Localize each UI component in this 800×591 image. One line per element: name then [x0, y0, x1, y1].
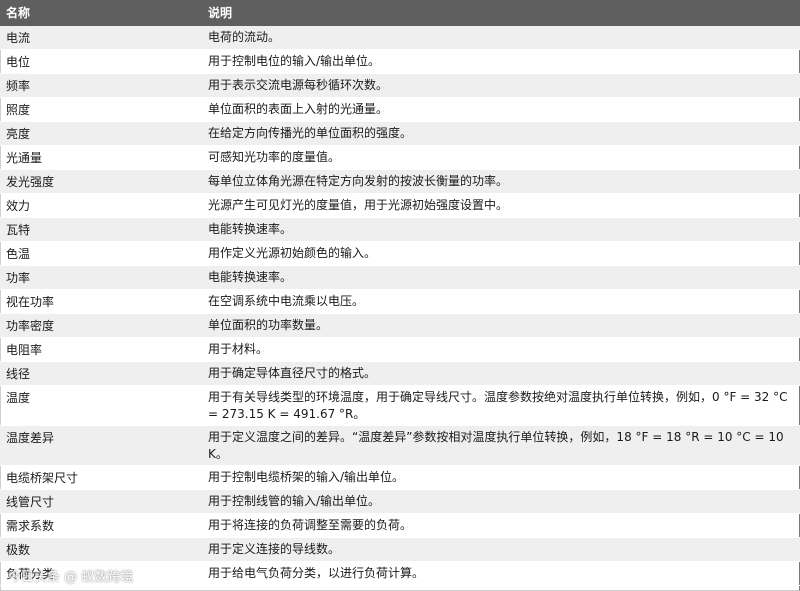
row-name: 照度 — [6, 103, 31, 117]
row-description: 光源产生可见灯光的度量值，用于光源初始强度设置中。 — [208, 198, 509, 212]
row-description: 用于定义温度之间的差异。“温度差异”参数按相对温度执行单位转换，例如，18 °F… — [208, 430, 784, 461]
row-name: 线管尺寸 — [6, 495, 55, 509]
row-name: 需求系数 — [6, 519, 55, 533]
row-name: 电阻率 — [6, 343, 43, 357]
row-description: 在空调系统中电流乘以电压。 — [208, 294, 365, 308]
row-name: 功率 — [6, 271, 31, 285]
row-description: 可感知光功率的度量值。 — [208, 150, 341, 164]
table-row: 照度 单位面积的表面上入射的光通量。 — [0, 98, 800, 122]
row-name: 瓦特 — [6, 223, 31, 237]
row-name: 电位 — [6, 55, 31, 69]
table-body: 电流 电荷的流动。电位 用于控制电位的输入/输出单位。频率 用于表示交流电源每秒循环次… — [0, 26, 800, 586]
row-name: 色温 — [6, 247, 31, 261]
table-row: 功率密度 单位面积的功率数量。 — [0, 314, 800, 338]
table-row: 发光强度 每单位立体角光源在特定方向发射的按波长衡量的功率。 — [0, 170, 800, 194]
row-description: 用于有关导线类型的环境温度，用于确定导线尺寸。温度参数按绝对温度执行单位转换，例… — [208, 390, 788, 421]
table-row: 电位 用于控制电位的输入/输出单位。 — [0, 50, 800, 74]
row-name: 温度差异 — [6, 431, 55, 445]
row-name: 电缆桥架尺寸 — [6, 471, 79, 485]
row-name: 频率 — [6, 79, 31, 93]
row-description: 单位面积的功率数量。 — [208, 318, 329, 332]
row-description: 用于给电气负荷分类，以进行负荷计算。 — [208, 566, 425, 580]
row-description: 电能转换速率。 — [208, 222, 293, 236]
row-description: 每单位立体角光源在特定方向发射的按波长衡量的功率。 — [208, 174, 509, 188]
column-header-name: 名称 — [6, 6, 31, 20]
row-name: 温度 — [6, 391, 31, 405]
table-row: 效力 光源产生可见灯光的度量值，用于光源初始强度设置中。 — [0, 194, 800, 218]
table-row: 频率 用于表示交流电源每秒循环次数。 — [0, 74, 800, 98]
row-name: 线径 — [6, 367, 31, 381]
table-row: 温度差异 用于定义温度之间的差异。“温度差异”参数按相对温度执行单位转换，例如，1… — [0, 426, 800, 466]
row-description: 在给定方向传播光的单位面积的强度。 — [208, 126, 413, 140]
table-header: 名称 说明 — [0, 0, 800, 26]
table-row: 亮度 在给定方向传播光的单位面积的强度。 — [0, 122, 800, 146]
row-name: 亮度 — [6, 127, 31, 141]
table-row: 线管尺寸 用于控制线管的输入/输出单位。 — [0, 490, 800, 514]
table-row: 功率 电能转换速率。 — [0, 266, 800, 290]
table-row: 线径 用于确定导体直径尺寸的格式。 — [0, 362, 800, 386]
row-description: 用于控制电位的输入/输出单位。 — [208, 54, 381, 68]
table-row: 温度 用于有关导线类型的环境温度，用于确定导线尺寸。温度参数按绝对温度执行单位转换… — [0, 386, 800, 426]
table-row: 电阻率 用于材料。 — [0, 338, 800, 362]
row-description: 用于表示交流电源每秒循环次数。 — [208, 78, 389, 92]
row-description: 用于控制线管的输入/输出单位。 — [208, 494, 381, 508]
table-row: 需求系数 用于将连接的负荷调整至需要的负荷。 — [0, 514, 800, 538]
table-row: 电缆桥架尺寸 用于控制电缆桥架的输入/输出单位。 — [0, 466, 800, 490]
row-description: 用于材料。 — [208, 342, 269, 356]
table-row: 色温 用作定义光源初始颜色的输入。 — [0, 242, 800, 266]
row-name: 效力 — [6, 199, 31, 213]
row-name: 负荷分类 — [6, 567, 55, 581]
table-row: 瓦特 电能转换速率。 — [0, 218, 800, 242]
table-row: 光通量 可感知光功率的度量值。 — [0, 146, 800, 170]
row-description: 用于将连接的负荷调整至需要的负荷。 — [208, 518, 413, 532]
row-name: 功率密度 — [6, 319, 55, 333]
row-description: 用于控制电缆桥架的输入/输出单位。 — [208, 470, 405, 484]
row-description: 电荷的流动。 — [208, 30, 281, 44]
table-row: 视在功率 在空调系统中电流乘以电压。 — [0, 290, 800, 314]
row-name: 视在功率 — [6, 295, 55, 309]
table-row: 负荷分类 用于给电气负荷分类，以进行负荷计算。 — [0, 562, 800, 586]
row-description: 用于确定导体直径尺寸的格式。 — [208, 366, 377, 380]
row-description: 用于定义连接的导线数。 — [208, 542, 341, 556]
table-row: 极数 用于定义连接的导线数。 — [0, 538, 800, 562]
row-description: 单位面积的表面上入射的光通量。 — [208, 102, 389, 116]
row-description: 用作定义光源初始颜色的输入。 — [208, 246, 377, 260]
table-row: 电流 电荷的流动。 — [0, 26, 800, 50]
row-name: 发光强度 — [6, 175, 55, 189]
row-name: 光通量 — [6, 151, 43, 165]
column-header-description: 说明 — [208, 6, 233, 20]
row-name: 电流 — [6, 31, 31, 45]
row-name: 极数 — [6, 543, 31, 557]
row-description: 电能转换速率。 — [208, 270, 293, 284]
